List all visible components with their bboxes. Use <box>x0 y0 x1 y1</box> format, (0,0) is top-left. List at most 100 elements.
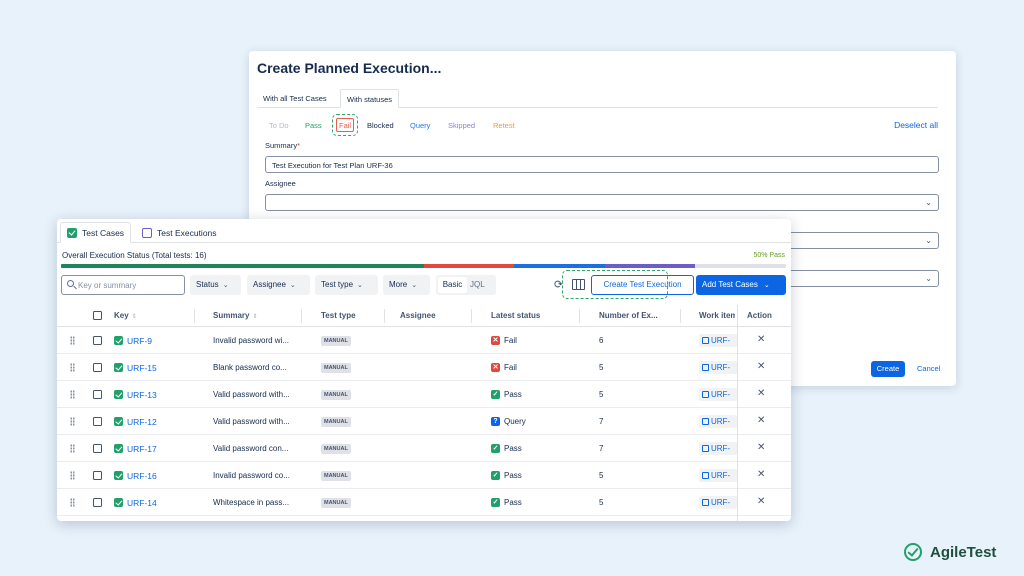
remove-icon[interactable]: ✕ <box>757 442 765 453</box>
remove-icon[interactable]: ✕ <box>757 415 765 426</box>
progress-segment-other <box>604 264 696 268</box>
remove-icon[interactable]: ✕ <box>757 334 765 345</box>
table-row[interactable]: URF-14 Whitespace in pass... MANUAL ✓ Pa… <box>57 489 791 516</box>
work-item-link[interactable]: URF- <box>699 361 737 374</box>
sort-icon: ⇕ <box>131 314 137 320</box>
table-row[interactable]: URF-15 Blank password co... MANUAL ✕ Fai… <box>57 354 791 381</box>
drag-handle-icon[interactable] <box>70 498 75 507</box>
work-item-key: URF- <box>711 390 731 399</box>
remove-icon[interactable]: ✕ <box>757 496 765 507</box>
column-key-label: Key <box>114 311 129 320</box>
row-checkbox[interactable] <box>93 471 102 480</box>
test-summary: Blank password co... <box>213 363 287 372</box>
tab-with-statuses[interactable]: With statuses <box>340 89 400 108</box>
add-test-cases-button[interactable]: Add Test Cases ⌄ <box>696 275 786 295</box>
tab-test-executions[interactable]: Test Executions <box>136 222 223 243</box>
test-key-link[interactable]: URF-14 <box>127 498 157 508</box>
tab-test-cases-label: Test Cases <box>82 227 125 238</box>
brand: AgileTest <box>904 543 996 561</box>
status-filter-pass[interactable]: Pass <box>305 121 322 130</box>
latest-status: Pass <box>504 444 522 453</box>
test-case-icon <box>114 444 123 453</box>
assignee-filter-dropdown[interactable]: Assignee ⌄ <box>247 275 310 295</box>
summary-input[interactable]: Test Execution for Test Plan URF-36 <box>265 156 939 173</box>
column-key[interactable]: Key ⇕ <box>114 311 137 320</box>
test-key-link[interactable]: URF-12 <box>127 417 157 427</box>
test-type-badge: MANUAL <box>321 498 351 508</box>
column-assignee[interactable]: Assignee <box>400 311 436 320</box>
basic-mode-button[interactable]: Basic <box>438 277 467 293</box>
work-item-link[interactable]: URF- <box>699 469 737 482</box>
summary-value: Test Execution for Test Plan URF-36 <box>272 161 393 170</box>
latest-status: Pass <box>504 498 522 507</box>
table-row[interactable]: URF-13 Valid password with... MANUAL ✓ P… <box>57 381 791 408</box>
brand-name: AgileTest <box>930 543 997 561</box>
test-key-link[interactable]: URF-9 <box>127 336 152 346</box>
drag-handle-icon[interactable] <box>70 444 75 453</box>
progress-segment-query <box>514 264 605 268</box>
pass-status-icon: ✓ <box>491 498 500 507</box>
test-key-link[interactable]: URF-15 <box>127 363 157 373</box>
tab-test-cases[interactable]: Test Cases <box>60 222 132 243</box>
column-latest-status[interactable]: Latest status <box>491 311 540 320</box>
drag-handle-icon[interactable] <box>70 417 75 426</box>
table-row[interactable]: URF-17 Valid password con... MANUAL ✓ Pa… <box>57 435 791 462</box>
status-filter-blocked[interactable]: Blocked <box>367 121 394 130</box>
test-key-link[interactable]: URF-17 <box>127 444 157 454</box>
cancel-button[interactable]: Cancel <box>917 364 940 373</box>
column-summary[interactable]: Summary ⇕ <box>213 311 258 320</box>
test-type-filter-dropdown[interactable]: Test type ⌄ <box>315 275 378 295</box>
drag-handle-icon[interactable] <box>70 336 75 345</box>
status-filter-query[interactable]: Query <box>410 121 430 130</box>
column-test-type[interactable]: Test type <box>321 311 356 320</box>
table-row[interactable]: URF-16 Invalid password co... MANUAL ✓ P… <box>57 462 791 489</box>
column-divider <box>579 309 580 323</box>
column-summary-label: Summary <box>213 311 250 320</box>
test-key-link[interactable]: URF-13 <box>127 390 157 400</box>
more-filter-dropdown[interactable]: More ⌄ <box>383 275 430 295</box>
row-checkbox[interactable] <box>93 444 102 453</box>
row-checkbox[interactable] <box>93 417 102 426</box>
work-item-link[interactable]: URF- <box>699 334 737 347</box>
create-button[interactable]: Create <box>871 361 905 377</box>
progress-segment-pass <box>61 264 424 268</box>
remove-icon[interactable]: ✕ <box>757 469 765 480</box>
status-filter-todo[interactable]: To Do <box>269 121 289 130</box>
jql-mode-button[interactable]: JQL <box>470 277 485 293</box>
work-item-link[interactable]: URF- <box>699 388 737 401</box>
select-all-checkbox[interactable] <box>93 311 102 320</box>
drag-handle-icon[interactable] <box>70 471 75 480</box>
table-row[interactable]: URF-12 Valid password with... MANUAL ? Q… <box>57 408 791 435</box>
status-filter-skipped[interactable]: Skipped <box>448 121 475 130</box>
work-item-icon <box>702 472 709 479</box>
work-item-link[interactable]: URF- <box>699 496 737 509</box>
assignee-select[interactable]: ⌄ <box>265 194 939 211</box>
column-work-item[interactable]: Work item <box>699 311 735 320</box>
panel-tabs: Test Cases Test Executions <box>57 219 791 243</box>
status-filter-retest[interactable]: Retest <box>493 121 515 130</box>
search-input[interactable]: Key or summary <box>61 275 185 295</box>
row-checkbox[interactable] <box>93 498 102 507</box>
remove-icon[interactable]: ✕ <box>757 361 765 372</box>
table-row[interactable]: URF-9 Invalid password wi... MANUAL ✕ Fa… <box>57 327 791 354</box>
test-key-link[interactable]: URF-16 <box>127 471 157 481</box>
drag-handle-icon[interactable] <box>70 390 75 399</box>
drag-handle-icon[interactable] <box>70 363 75 372</box>
deselect-all-link[interactable]: Deselect all <box>894 120 938 130</box>
status-filter-dropdown[interactable]: Status ⌄ <box>190 275 241 295</box>
test-case-icon <box>114 471 123 480</box>
execution-count: 7 <box>599 417 604 426</box>
column-number-of-executions[interactable]: Number of Ex... <box>599 311 658 320</box>
remove-icon[interactable]: ✕ <box>757 388 765 399</box>
work-item-link[interactable]: URF- <box>699 442 737 455</box>
test-summary: Whitespace in pass... <box>213 498 290 507</box>
row-checkbox[interactable] <box>93 390 102 399</box>
pass-status-icon: ✓ <box>491 444 500 453</box>
row-checkbox[interactable] <box>93 336 102 345</box>
row-checkbox[interactable] <box>93 363 102 372</box>
status-filter-fail[interactable]: Fail <box>339 121 351 130</box>
tab-with-all-test-cases[interactable]: With all Test Cases <box>257 89 333 108</box>
action-column-divider <box>737 305 738 521</box>
work-item-link[interactable]: URF- <box>699 415 737 428</box>
table-header: Key ⇕ Summary ⇕ Test type Assignee Latest … <box>57 305 791 327</box>
